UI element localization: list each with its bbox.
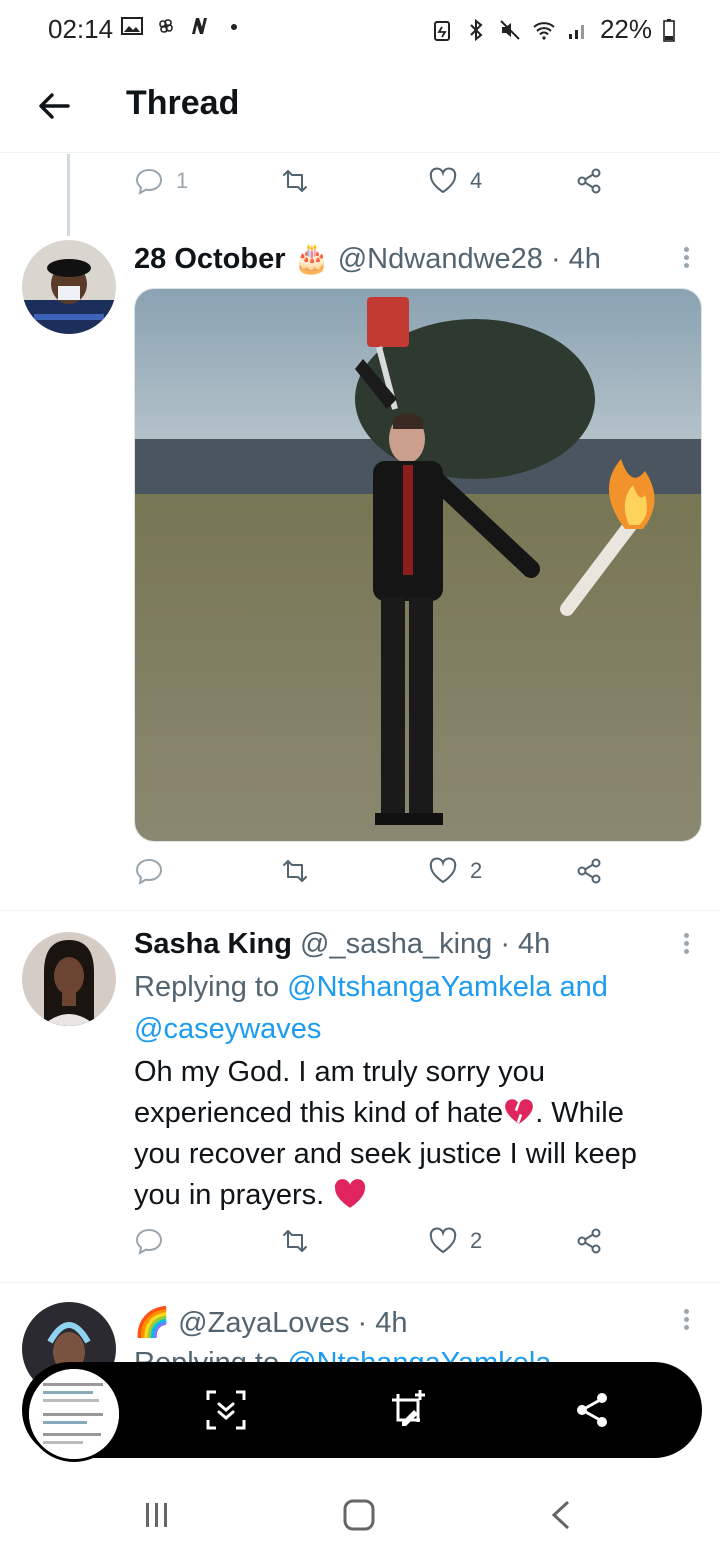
reply-button[interactable] xyxy=(134,856,164,886)
broken-heart-icon xyxy=(505,1099,534,1124)
tweet-text-segment: . While xyxy=(535,1097,624,1129)
reply-count: 1 xyxy=(176,168,189,193)
heart-icon xyxy=(429,857,457,884)
tweet-actions: 2 xyxy=(134,856,614,896)
system-navigation-bar xyxy=(0,1468,720,1560)
gallery-icon xyxy=(121,17,143,35)
retweet-icon xyxy=(283,170,307,192)
battery-saver-icon xyxy=(433,20,450,41)
more-options-icon[interactable] xyxy=(682,930,690,960)
mention-link[interactable]: @NtshangaYamkela and xyxy=(287,971,608,1003)
share-button[interactable] xyxy=(574,856,604,886)
display-name[interactable]: 28 October xyxy=(134,243,286,275)
share-icon[interactable] xyxy=(568,1386,616,1434)
reply-button[interactable] xyxy=(134,1226,164,1256)
like-count: 2 xyxy=(470,1228,483,1253)
home-icon[interactable] xyxy=(342,1498,376,1532)
replying-to-label: Replying to xyxy=(134,971,280,1003)
mention-link[interactable]: @caseywaves xyxy=(134,1013,321,1045)
retweet-button[interactable] xyxy=(280,1226,310,1256)
retweet-button[interactable] xyxy=(280,166,310,196)
tweet-actions: 2 xyxy=(134,1226,614,1266)
dot-icon xyxy=(231,24,237,30)
tweet-text-line: Oh my God. I am truly sorry you xyxy=(134,1056,545,1088)
crop-edit-icon[interactable] xyxy=(384,1386,432,1434)
more-options-icon[interactable] xyxy=(682,1306,690,1336)
avatar[interactable] xyxy=(22,240,116,334)
like-button[interactable]: 4 xyxy=(428,166,482,196)
tweet-actions-previous: 1 4 xyxy=(134,166,614,206)
tweet-text-line: you in prayers. xyxy=(134,1175,694,1216)
replying-to: Replying to @NtshangaYamkela and @caseyw… xyxy=(134,966,694,1050)
cake-emoji: 🎂 xyxy=(293,243,330,275)
like-button[interactable]: 2 xyxy=(428,856,482,886)
retweet-icon xyxy=(283,860,307,882)
share-icon xyxy=(577,858,601,884)
more-options-icon[interactable] xyxy=(682,244,690,274)
tweet-text: Oh my God. I am truly sorry you experien… xyxy=(134,1052,694,1216)
scroll-capture-icon[interactable] xyxy=(202,1386,250,1434)
status-time: 02:14 xyxy=(48,14,114,44)
reply-icon xyxy=(135,858,163,885)
share-icon xyxy=(577,1228,601,1254)
n-app-icon xyxy=(192,18,207,34)
battery-icon xyxy=(663,18,675,42)
tweet-text-line: you recover and seek justice I will keep xyxy=(134,1138,637,1170)
tweet-divider xyxy=(0,910,720,911)
tweet-text-segment: you in prayers. xyxy=(134,1179,325,1211)
tweet-header: 🌈 @ZayaLoves · 4h xyxy=(134,1306,408,1340)
timestamp: · 4h xyxy=(550,243,601,275)
handle[interactable]: @Ndwandwe28 xyxy=(338,243,543,275)
status-notification-icons xyxy=(120,14,246,38)
timestamp: · 4h xyxy=(500,928,551,960)
like-button[interactable]: 2 xyxy=(428,1226,482,1256)
reply-icon xyxy=(135,1228,163,1255)
rainbow-emoji: 🌈 xyxy=(134,1307,171,1339)
heart-icon xyxy=(429,167,457,194)
tweet-media-image[interactable] xyxy=(134,288,702,842)
retweet-icon xyxy=(283,1230,307,1252)
battery-percent: 22% xyxy=(599,14,652,44)
media-photo xyxy=(135,289,701,841)
share-button[interactable] xyxy=(574,166,604,196)
heart-icon xyxy=(429,1227,457,1254)
mute-icon xyxy=(500,19,520,40)
tweet-header: 28 October 🎂 @Ndwandwe28 · 4h xyxy=(134,242,601,276)
tweet-text-segment: experienced this kind of hate xyxy=(134,1097,504,1129)
avatar[interactable] xyxy=(22,932,116,1026)
retweet-button[interactable] xyxy=(280,856,310,886)
tweet-divider xyxy=(0,1282,720,1283)
wifi-icon xyxy=(533,21,555,40)
thread-connector-line xyxy=(67,154,70,236)
display-name[interactable]: Sasha King xyxy=(134,928,292,960)
tweet-header: Sasha King @_sasha_king · 4h xyxy=(134,928,550,961)
tweet-text-line: experienced this kind of hate . While xyxy=(134,1093,694,1134)
status-system-icons: 22% xyxy=(430,14,676,45)
handle[interactable]: @ZayaLoves xyxy=(178,1307,349,1339)
back-arrow-icon[interactable] xyxy=(34,86,74,126)
page-title: Thread xyxy=(126,84,240,122)
like-count: 4 xyxy=(470,168,483,193)
thumbnail-preview xyxy=(29,1369,119,1459)
back-nav-icon[interactable] xyxy=(548,1498,574,1532)
avatar-photo xyxy=(22,932,116,1026)
app-bar: Thread xyxy=(0,60,720,153)
bluetooth-icon xyxy=(470,18,483,41)
recent-apps-icon[interactable] xyxy=(142,1500,172,1530)
timestamp: · 4h xyxy=(357,1307,408,1339)
reply-button[interactable]: 1 xyxy=(134,166,188,196)
signal-icon xyxy=(568,24,584,39)
share-icon xyxy=(577,168,601,194)
reply-icon xyxy=(135,168,163,195)
share-button[interactable] xyxy=(574,1226,604,1256)
handle[interactable]: @_sasha_king xyxy=(300,928,492,960)
screenshot-thumbnail[interactable] xyxy=(26,1366,122,1462)
avatar-photo xyxy=(22,240,116,334)
fan-icon xyxy=(159,19,173,33)
like-count: 2 xyxy=(470,858,483,883)
red-heart-icon xyxy=(335,1179,366,1208)
status-bar: 02:14 22% xyxy=(0,0,720,60)
